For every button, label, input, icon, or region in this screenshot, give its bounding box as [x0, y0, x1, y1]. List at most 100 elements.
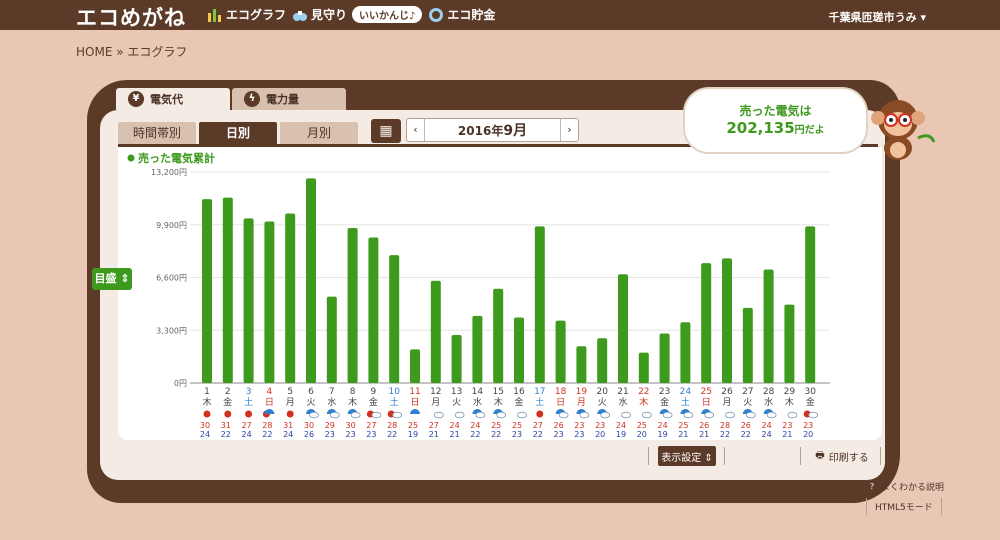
tab-electricity-cost-label: 電気代 — [150, 93, 183, 106]
user-menu[interactable]: 千葉県匝瑳市うみ ▾ — [829, 9, 926, 25]
low-temp-label: 23 — [512, 430, 522, 439]
divider — [724, 447, 725, 465]
x-day-label: 12 — [430, 387, 441, 397]
x-weekday-label: 月 — [286, 397, 295, 408]
high-temp-label: 26 — [741, 421, 751, 430]
high-temp-label: 27 — [242, 421, 252, 430]
display-settings-button[interactable]: 表示設定 ⇕ — [658, 446, 716, 466]
high-temp-label: 23 — [782, 421, 792, 430]
divider — [880, 447, 881, 465]
bar — [763, 269, 774, 383]
low-temp-label: 20 — [803, 430, 813, 439]
lightning-icon: ϟ — [244, 91, 260, 107]
printer-icon: 🖶 — [815, 449, 825, 461]
high-temp-label: 31 — [283, 421, 293, 430]
next-month-button[interactable]: › — [560, 119, 578, 141]
help-link[interactable]: ? よくわかる説明 — [866, 480, 944, 493]
x-day-label: 28 — [763, 387, 775, 397]
high-temp-label: 26 — [699, 421, 709, 430]
bar — [597, 338, 608, 383]
nav-watch[interactable]: 見守り いいかんじ♪ — [292, 6, 423, 23]
sun-icon — [224, 410, 232, 418]
print-label: 印刷する — [828, 452, 869, 464]
sun-icon — [536, 410, 544, 418]
high-temp-label: 25 — [678, 421, 688, 430]
high-temp-label: 28 — [387, 421, 397, 430]
bar — [742, 307, 753, 383]
high-temp-label: 25 — [637, 421, 647, 430]
x-day-label: 10 — [388, 387, 400, 397]
cloud-icon — [704, 411, 715, 419]
sold-suffix: 円だよ — [794, 125, 825, 136]
x-weekday-label: 日 — [556, 397, 565, 408]
high-temp-label: 24 — [450, 421, 460, 430]
bar — [555, 320, 566, 383]
tab-hourly[interactable]: 時間帯別 — [118, 122, 196, 144]
tab-daily[interactable]: 日別 — [199, 122, 277, 144]
tab-monthly[interactable]: 月別 — [280, 122, 358, 144]
high-temp-label: 23 — [574, 421, 584, 430]
legend-label: 売った電気累計 — [138, 151, 215, 165]
low-temp-label: 23 — [574, 430, 584, 439]
low-temp-label: 21 — [429, 430, 439, 439]
high-temp-label: 27 — [366, 421, 376, 430]
x-day-label: 21 — [617, 387, 628, 397]
x-weekday-label: 火 — [598, 397, 607, 408]
low-temp-label: 23 — [346, 430, 356, 439]
nav-good-bubble[interactable]: いいかんじ♪ — [352, 6, 423, 23]
low-temp-label: 22 — [533, 430, 543, 439]
tab-electricity-amount[interactable]: ϟ 電力量 — [232, 88, 346, 110]
sun-icon — [245, 410, 253, 418]
cloud-icon — [433, 411, 444, 419]
year-label: 2016年 — [457, 124, 504, 138]
scale-button[interactable]: 目盛 ⇕ — [92, 268, 132, 290]
x-day-label: 18 — [555, 387, 567, 397]
calendar-icon[interactable]: ▦ — [371, 119, 401, 143]
prev-month-button[interactable]: ‹ — [407, 119, 425, 141]
bar — [722, 258, 732, 383]
sold-label: 売った電気は — [739, 104, 812, 118]
low-temp-label: 24 — [242, 430, 252, 439]
high-temp-label: 25 — [408, 421, 418, 430]
cloud-icon — [579, 411, 590, 419]
nav-eco-graph[interactable]: エコグラフ — [207, 6, 286, 23]
cloud-icon — [309, 411, 319, 419]
x-day-label: 22 — [638, 387, 649, 397]
bar — [784, 304, 795, 383]
low-temp-label: 21 — [678, 430, 688, 439]
low-temp-label: 21 — [450, 430, 460, 439]
umbrella-icon — [410, 409, 420, 414]
x-day-label: 13 — [451, 387, 462, 397]
sold-amount: 202,135 — [726, 119, 795, 137]
nav-watch-label: 見守り — [311, 8, 348, 22]
cloud-icon — [600, 411, 611, 419]
high-temp-label: 23 — [803, 421, 813, 430]
x-weekday-label: 土 — [244, 396, 253, 408]
tab-electricity-cost[interactable]: ¥ 電気代 — [116, 88, 230, 110]
app-logo[interactable]: エコめがね — [76, 2, 186, 32]
low-temp-label: 22 — [720, 430, 730, 439]
cloud-icon — [787, 411, 798, 419]
umbrella-icon — [264, 409, 275, 414]
html5-mode-button[interactable]: HTML5モード — [866, 498, 942, 515]
cloud-icon — [329, 411, 340, 419]
month-label: 9月 — [503, 123, 528, 139]
bar — [410, 349, 420, 383]
x-weekday-label: 水 — [618, 396, 627, 408]
cloud-icon — [558, 411, 569, 419]
nav-eco-savings[interactable]: エコ貯金 — [428, 6, 495, 23]
date-selector: ‹ 2016年9月 › — [406, 118, 579, 142]
high-temp-label: 26 — [554, 421, 564, 430]
high-temp-label: 31 — [221, 421, 231, 430]
bar — [659, 333, 670, 383]
high-temp-label: 24 — [658, 421, 668, 430]
x-day-label: 30 — [804, 387, 816, 397]
bar — [243, 218, 254, 383]
cloud-icon — [745, 411, 756, 419]
chart-panel: 売った電気累計 13,200円 9,900円 6,600円 3,300円 0円 1 木 30 24… — [118, 147, 882, 440]
bar — [701, 263, 712, 383]
x-weekday-label: 日 — [702, 397, 711, 408]
print-button[interactable]: 🖶 印刷する — [812, 446, 872, 466]
y-tick-label: 13,200円 — [151, 168, 187, 177]
sun-icon — [203, 410, 211, 418]
